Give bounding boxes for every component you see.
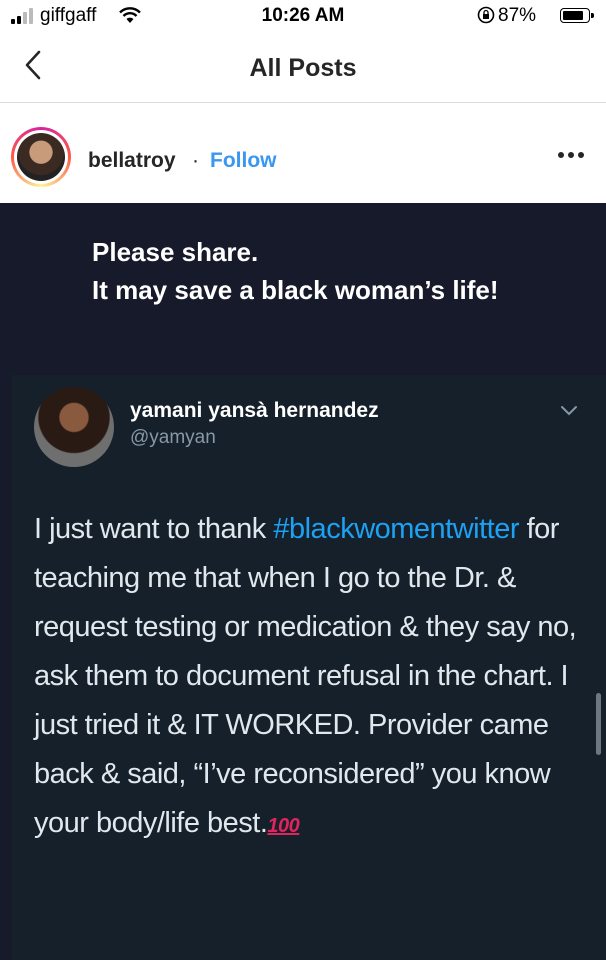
tweet-text-start: I just want to thank (34, 513, 274, 545)
navigation-bar: All Posts (0, 34, 606, 103)
separator-dot: · (192, 149, 199, 172)
more-options-icon[interactable] (556, 145, 586, 165)
battery-percent: 87% (498, 5, 537, 26)
chevron-down-icon (561, 406, 577, 416)
post-username[interactable]: bellatroy (88, 149, 176, 173)
page-title: All Posts (249, 54, 357, 82)
rotation-lock-icon (477, 6, 495, 24)
post-image[interactable]: Please share. It may save a black woman’… (0, 203, 606, 960)
tweet-text-end: for teaching me that when I go to the Dr… (34, 513, 577, 839)
tweet-handle: @yamyan (130, 427, 216, 448)
tweet-text: I just want to thank #blackwomentwitter … (34, 505, 594, 851)
tweet-avatar (34, 387, 114, 467)
tweet-display-name: yamani yansà hernandez (130, 399, 379, 422)
caption-line-2: It may save a black woman’s life! (92, 275, 499, 305)
post-header: bellatroy · Follow (0, 103, 606, 203)
battery-icon (560, 8, 594, 23)
status-bar: giffgaff 10:26 AM 87% (0, 0, 606, 34)
hundred-points-emoji-icon: 100 (267, 815, 300, 837)
caption-line-1: Please share. (92, 237, 259, 267)
embedded-tweet: yamani yansà hernandez @yamyan I just wa… (12, 375, 606, 960)
scrollbar (596, 693, 601, 755)
tweet-hashtag: #blackwomentwitter (273, 513, 520, 545)
image-caption: Please share. It may save a black woman’… (92, 233, 499, 309)
avatar[interactable] (11, 127, 71, 187)
follow-button[interactable]: Follow (210, 149, 277, 173)
